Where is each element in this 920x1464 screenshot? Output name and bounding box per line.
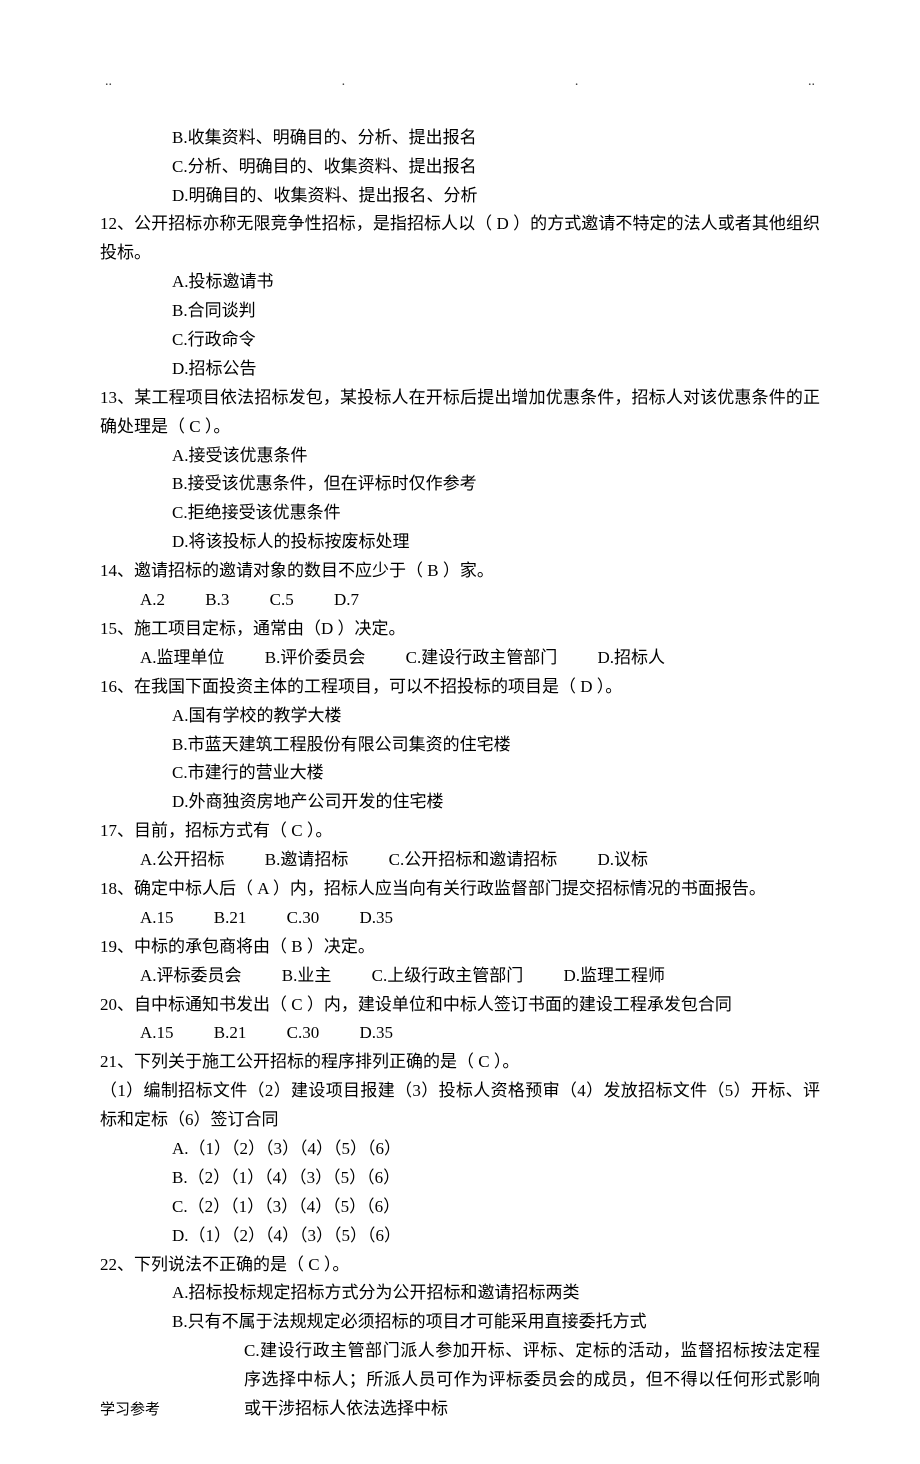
q16-option-c: C.市建行的营业大楼 <box>100 759 820 788</box>
q17-options: A.公开招标 B.邀请招标 C.公开招标和邀请招标 D.议标 <box>100 846 820 875</box>
question-22: 22、下列说法不正确的是（ C ）。 <box>100 1251 820 1280</box>
q15-option-b: B.评价委员会 <box>265 644 366 673</box>
q18-options: A.15 B.21 C.30 D.35 <box>100 904 820 933</box>
question-12: 12、公开招标亦称无限竞争性招标，是指招标人以（ D ）的方式邀请不特定的法人或… <box>100 210 820 268</box>
q17-option-c: C.公开招标和邀请招标 <box>389 846 558 875</box>
q13-option-c: C.拒绝接受该优惠条件 <box>100 499 820 528</box>
q12-option-c: C.行政命令 <box>100 326 820 355</box>
footer-text: 学习参考 <box>100 1398 160 1424</box>
q12-option-a: A.投标邀请书 <box>100 268 820 297</box>
question-18: 18、确定中标人后（ A ）内，招标人应当向有关行政监督部门提交招标情况的书面报… <box>100 875 820 904</box>
q18-option-a: A.15 <box>140 904 174 933</box>
q17-option-d: D.议标 <box>597 846 648 875</box>
q17-option-a: A.公开招标 <box>140 846 225 875</box>
q22-option-c-text: C.建设行政主管部门派人参加开标、评标、定标的活动，监督招标按法定程序选择中标人… <box>172 1337 820 1424</box>
question-19: 19、中标的承包商将由（ B ）决定。 <box>100 933 820 962</box>
question-20: 20、自中标通知书发出（ C ）内，建设单位和中标人签订书面的建设工程承发包合同 <box>100 991 820 1020</box>
q14-option-d: D.7 <box>334 586 359 615</box>
q20-option-b: B.21 <box>214 1019 247 1048</box>
question-21: 21、下列关于施工公开招标的程序排列正确的是（ C ）。 <box>100 1048 820 1077</box>
q20-option-d: D.35 <box>359 1019 393 1048</box>
q15-option-a: A.监理单位 <box>140 644 225 673</box>
q19-options: A.评标委员会 B.业主 C.上级行政主管部门 D.监理工程师 <box>100 962 820 991</box>
q20-option-a: A.15 <box>140 1019 174 1048</box>
dot-1: .. <box>105 70 112 94</box>
document-page: .. . . .. B.收集资料、明确目的、分析、提出报名 C.分析、明确目的、… <box>0 0 920 1464</box>
q13-option-a: A.接受该优惠条件 <box>100 442 820 471</box>
q19-option-b: B.业主 <box>282 962 332 991</box>
q13-option-d: D.将该投标人的投标按废标处理 <box>100 528 820 557</box>
q14-option-b: B.3 <box>205 586 229 615</box>
q15-option-c: C.建设行政主管部门 <box>406 644 558 673</box>
q12-option-b: B.合同谈判 <box>100 297 820 326</box>
dot-2: . <box>342 70 346 94</box>
q21-option-d: D.（1）（2）（4）（3）（5）（6） <box>100 1222 820 1251</box>
question-21-sub: （1）编制招标文件（2）建设项目报建（3）投标人资格预审（4）发放招标文件（5）… <box>100 1077 820 1135</box>
q15-option-d: D.招标人 <box>597 644 665 673</box>
dot-4: .. <box>808 70 815 94</box>
q14-option-c: C.5 <box>270 586 294 615</box>
q13-option-b: B.接受该优惠条件，但在评标时仅作参考 <box>100 470 820 499</box>
prev-option-d: D.明确目的、收集资料、提出报名、分析 <box>100 182 820 211</box>
q12-option-d: D.招标公告 <box>100 355 820 384</box>
q22-option-a: A.招标投标规定招标方式分为公开招标和邀请招标两类 <box>100 1279 820 1308</box>
question-13: 13、某工程项目依法招标发包，某投标人在开标后提出增加优惠条件，招标人对该优惠条… <box>100 384 820 442</box>
q19-option-c: C.上级行政主管部门 <box>372 962 524 991</box>
q19-option-d: D.监理工程师 <box>563 962 665 991</box>
q22-option-b: B.只有不属于法规规定必须招标的项目才可能采用直接委托方式 <box>100 1308 820 1337</box>
q15-options: A.监理单位 B.评价委员会 C.建设行政主管部门 D.招标人 <box>100 644 820 673</box>
q16-option-a: A.国有学校的教学大楼 <box>100 702 820 731</box>
q21-option-b: B.（2）（1）（4）（3）（5）（6） <box>100 1164 820 1193</box>
prev-option-b: B.收集资料、明确目的、分析、提出报名 <box>100 124 820 153</box>
question-14: 14、邀请招标的邀请对象的数目不应少于（ B ）家。 <box>100 557 820 586</box>
q14-options: A.2 B.3 C.5 D.7 <box>100 586 820 615</box>
q20-option-c: C.30 <box>287 1019 320 1048</box>
question-17: 17、目前，招标方式有（ C ）。 <box>100 817 820 846</box>
q21-option-c: C.（2）（1）（3）（4）（5）（6） <box>100 1193 820 1222</box>
q18-option-d: D.35 <box>359 904 393 933</box>
q22-option-c: C.建设行政主管部门派人参加开标、评标、定标的活动，监督招标按法定程序选择中标人… <box>172 1337 820 1424</box>
q19-option-a: A.评标委员会 <box>140 962 242 991</box>
q14-option-a: A.2 <box>140 586 165 615</box>
q20-options: A.15 B.21 C.30 D.35 <box>100 1019 820 1048</box>
q16-option-b: B.市蓝天建筑工程股份有限公司集资的住宅楼 <box>100 731 820 760</box>
header-dots: .. . . .. <box>100 70 820 124</box>
q21-option-a: A.（1）（2）（3）（4）（5）（6） <box>100 1135 820 1164</box>
q18-option-c: C.30 <box>287 904 320 933</box>
q18-option-b: B.21 <box>214 904 247 933</box>
q17-option-b: B.邀请招标 <box>265 846 349 875</box>
q16-option-d: D.外商独资房地产公司开发的住宅楼 <box>100 788 820 817</box>
question-15: 15、施工项目定标，通常由（D ）决定。 <box>100 615 820 644</box>
question-16: 16、在我国下面投资主体的工程项目，可以不招投标的项目是（ D ）。 <box>100 673 820 702</box>
prev-option-c: C.分析、明确目的、收集资料、提出报名 <box>100 153 820 182</box>
dot-3: . <box>575 70 579 94</box>
